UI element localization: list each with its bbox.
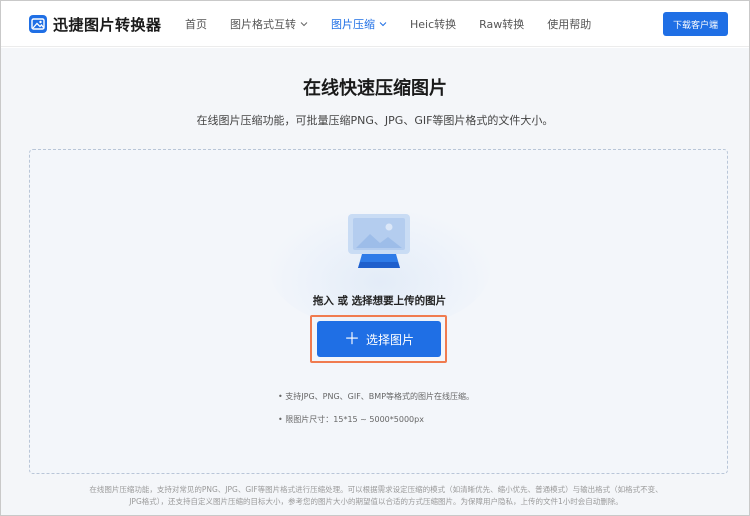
nav-item-help[interactable]: 使用帮助 <box>547 16 591 32</box>
nav-label: Heic转换 <box>410 18 457 31</box>
chevron-down-icon <box>379 22 387 27</box>
nav-item-raw[interactable]: Raw转换 <box>479 16 524 32</box>
main-content: 在线快速压缩图片 在线图片压缩功能，可批量压缩PNG、JPG、GIF等图片格式的… <box>1 48 749 515</box>
nav-label: 图片格式互转 <box>230 18 296 31</box>
footer-line: 在线图片压缩功能，支持对常见的PNG、JPG、GIF等图片格式进行压缩处理。可以… <box>89 485 663 494</box>
logo-icon <box>29 15 47 33</box>
tip-size-limit: • 限图片尺寸：15*15 ~ 5000*5000px <box>278 415 424 424</box>
footer-line: JPG格式），还支持自定义图片压缩的目标大小，参考您的图片大小的期望值以合适的方… <box>129 497 623 506</box>
logo-text: 迅捷图片转换器 <box>53 15 162 34</box>
tip-formats: • 支持JPG、PNG、GIF、BMP等格式的图片在线压缩。 <box>278 392 475 401</box>
browser-frame: 迅捷图片转换器 首页 图片格式互转 图片压缩 Heic转换 Raw转换 使用帮助 <box>0 0 750 516</box>
page-subtitle: 在线图片压缩功能，可批量压缩PNG、JPG、GIF等图片格式的文件大小。 <box>196 114 554 127</box>
plus-icon: ＋ <box>343 329 360 348</box>
nav-label: 首页 <box>185 18 207 31</box>
nav-item-compress[interactable]: 图片压缩 <box>331 16 387 32</box>
upload-tips: • 支持JPG、PNG、GIF、BMP等格式的图片在线压缩。 • 限图片尺寸：1… <box>278 385 474 431</box>
nav-item-heic[interactable]: Heic转换 <box>410 16 456 32</box>
page-title: 在线快速压缩图片 <box>303 78 447 99</box>
nav-item-format-convert[interactable]: 图片格式互转 <box>230 16 308 32</box>
main-nav: 首页 图片格式互转 图片压缩 Heic转换 Raw转换 使用帮助 <box>185 16 614 32</box>
site-logo[interactable]: 迅捷图片转换器 <box>29 13 162 35</box>
top-header: 迅捷图片转换器 首页 图片格式互转 图片压缩 Heic转换 Raw转换 使用帮助 <box>1 1 749 47</box>
nav-label: 图片压缩 <box>331 18 375 31</box>
chevron-down-icon <box>300 22 308 27</box>
upload-dropzone[interactable]: 拖入 或 选择想要上传的图片 ＋ 选择图片 • 支持JPG、PNG、GIF、BM… <box>29 149 728 474</box>
select-image-label: 选择图片 <box>366 332 415 347</box>
nav-item-home[interactable]: 首页 <box>185 16 207 32</box>
nav-label: 使用帮助 <box>547 18 592 31</box>
select-image-button[interactable]: ＋ 选择图片 <box>317 321 441 357</box>
image-upload-icon <box>348 214 410 268</box>
download-client-button[interactable]: 下载客户端 <box>663 12 728 36</box>
drop-instruction: 拖入 或 选择想要上传的图片 <box>312 295 447 307</box>
footer-description: 在线图片压缩功能，支持对常见的PNG、JPG、GIF等图片格式进行压缩处理。可以… <box>51 484 701 508</box>
nav-label: Raw转换 <box>479 18 525 31</box>
